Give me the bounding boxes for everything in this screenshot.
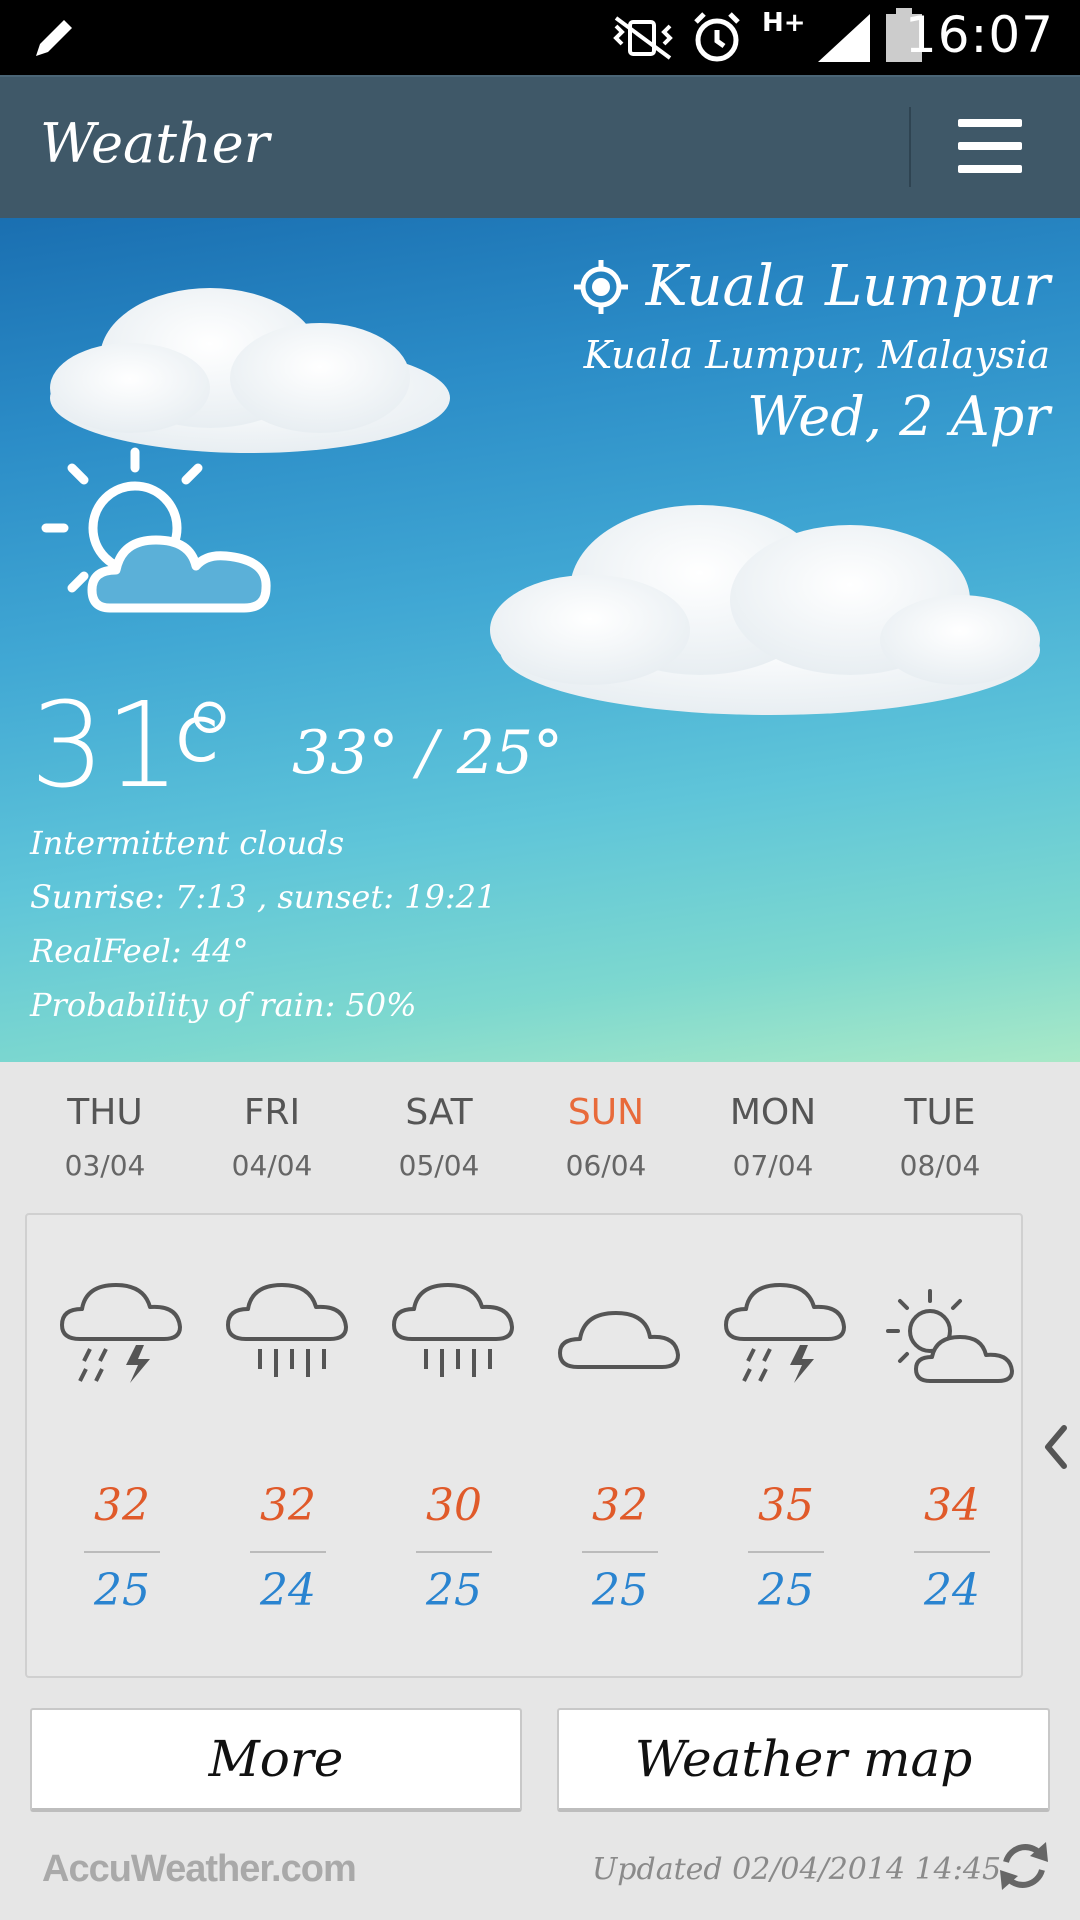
day-name: MON xyxy=(729,1092,817,1133)
day-name: FRI xyxy=(243,1092,301,1133)
background-cloud-icon xyxy=(490,505,1040,715)
hplus-data-icon: H+ xyxy=(762,8,806,38)
more-button[interactable]: More xyxy=(30,1708,522,1812)
temperature-unit: C xyxy=(176,706,218,776)
app-title: Weather xyxy=(40,112,270,175)
day-name: SAT xyxy=(405,1092,473,1133)
day-date: 07/04 xyxy=(732,1149,814,1182)
current-date: Wed, 2 Apr xyxy=(747,385,1050,448)
forecast-column[interactable]: 30 25 xyxy=(384,1215,524,1675)
day-date: 04/04 xyxy=(231,1149,313,1182)
low-temp: 25 xyxy=(94,1565,150,1616)
low-temp: 25 xyxy=(592,1565,648,1616)
condition-text: Intermittent clouds xyxy=(30,824,345,862)
forecast-column[interactable]: 34 24 xyxy=(882,1215,1022,1675)
partly-cloudy-icon xyxy=(886,1289,1014,1383)
high-temp: 32 xyxy=(592,1480,648,1531)
menu-icon[interactable] xyxy=(958,119,1028,175)
high-temp: 30 xyxy=(426,1480,482,1531)
temp-divider xyxy=(914,1551,990,1553)
location-target-icon[interactable] xyxy=(572,258,630,316)
day-date: 05/04 xyxy=(398,1149,480,1182)
high-temp: 34 xyxy=(924,1480,980,1531)
rain-icon xyxy=(226,1283,348,1377)
forecast-column[interactable]: 32 25 xyxy=(550,1215,690,1675)
high-temp: 32 xyxy=(94,1480,150,1531)
thunderstorm-icon xyxy=(60,1283,182,1383)
status-bar: H+ 16:07 xyxy=(0,0,1080,75)
forecast-days: THU 03/04 FRI 04/04 SAT 05/04 SUN 06/04 … xyxy=(40,1092,981,1212)
forecast-day-tue: TUE 08/04 xyxy=(875,1092,1005,1182)
sunrise-sunset-text: Sunrise: 7:13 , sunset: 19:21 xyxy=(30,878,497,916)
temp-divider xyxy=(84,1551,160,1553)
accuweather-logo[interactable]: AccuWeather.com xyxy=(42,1848,357,1891)
rain-probability-text: Probability of rain: 50% xyxy=(30,986,417,1024)
realfeel-text: RealFeel: 44° xyxy=(30,932,249,970)
day-name: SUN xyxy=(567,1092,645,1133)
forecast-column[interactable]: 32 24 xyxy=(218,1215,358,1675)
day-date: 03/04 xyxy=(64,1149,146,1182)
day-name: THU xyxy=(67,1092,143,1133)
city-name: Kuala Lumpur xyxy=(645,254,1050,319)
pencil-icon xyxy=(36,20,72,56)
low-temp: 25 xyxy=(758,1565,814,1616)
forecast-day-sat: SAT 05/04 xyxy=(374,1092,504,1182)
location-block: Kuala Lumpur Kuala Lumpur, Malaysia Wed,… xyxy=(572,254,1050,448)
forecast-column[interactable]: 35 25 xyxy=(716,1215,856,1675)
day-date: 08/04 xyxy=(899,1149,981,1182)
forecast-day-thu: THU 03/04 xyxy=(40,1092,170,1182)
cloudy-icon xyxy=(558,1311,680,1369)
weather-map-button[interactable]: Weather map xyxy=(557,1708,1050,1812)
alarm-icon xyxy=(694,12,740,62)
high-temp: 32 xyxy=(260,1480,316,1531)
background-cloud-icon xyxy=(50,288,450,453)
forecast-column[interactable]: 32 25 xyxy=(52,1215,192,1675)
temp-divider xyxy=(250,1551,326,1553)
temp-divider xyxy=(748,1551,824,1553)
updated-timestamp: Updated 02/04/2014 14:45 xyxy=(592,1852,1002,1887)
temp-divider xyxy=(416,1551,492,1553)
low-temp: 25 xyxy=(426,1565,482,1616)
app-bar-divider xyxy=(909,107,911,187)
day-name: TUE xyxy=(904,1092,976,1133)
refresh-icon[interactable] xyxy=(996,1836,1052,1896)
app-bar: Weather xyxy=(0,75,1080,220)
signal-icon xyxy=(818,14,870,62)
forecast-day-fri: FRI 04/04 xyxy=(207,1092,337,1182)
partly-cloudy-icon xyxy=(41,447,271,613)
forecast-day-mon: MON 07/04 xyxy=(708,1092,838,1182)
forecast-day-sun: SUN 06/04 xyxy=(541,1092,671,1182)
forecast-card[interactable]: 32 25 32 24 30 25 32 25 35 25 34 24 xyxy=(25,1213,1023,1678)
clock: 16:07 xyxy=(904,6,1054,64)
current-weather-panel: Kuala Lumpur Kuala Lumpur, Malaysia Wed,… xyxy=(0,218,1080,1062)
low-temp: 24 xyxy=(924,1565,980,1616)
vibrate-mute-icon xyxy=(613,16,673,60)
high-low-temperature: 33° / 25° xyxy=(292,718,564,788)
temp-divider xyxy=(582,1551,658,1553)
region-name: Kuala Lumpur, Malaysia xyxy=(583,333,1050,377)
day-date: 06/04 xyxy=(565,1149,647,1182)
weather-details: Intermittent clouds Sunrise: 7:13 , suns… xyxy=(30,816,496,1032)
thunderstorm-icon xyxy=(724,1283,846,1383)
high-temp: 35 xyxy=(758,1480,814,1531)
low-temp: 24 xyxy=(260,1565,316,1616)
rain-icon xyxy=(392,1283,514,1377)
chevron-left-icon[interactable] xyxy=(1040,1422,1070,1472)
